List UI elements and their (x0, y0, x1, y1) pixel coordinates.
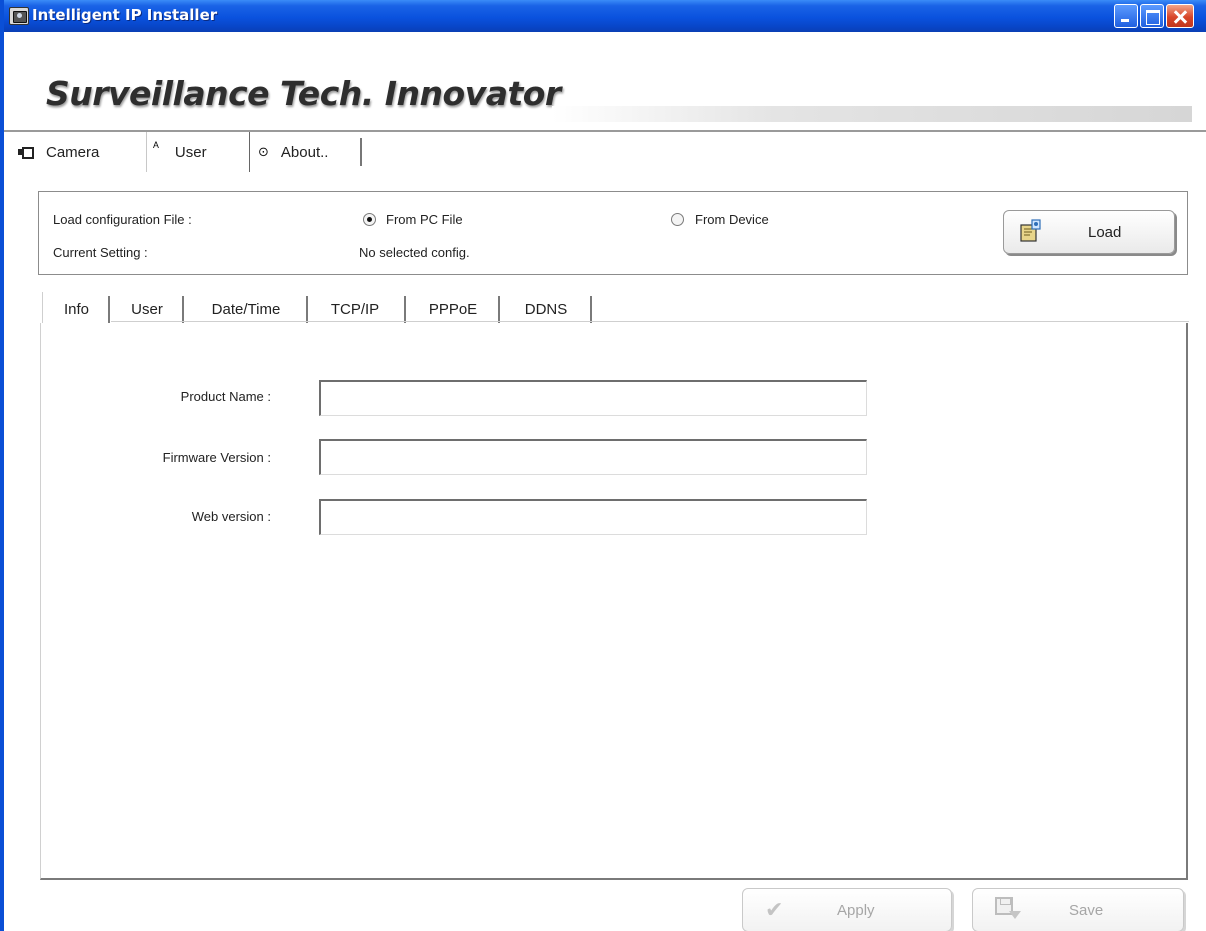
window-title: Intelligent IP Installer (32, 6, 218, 24)
tab-about-label: About.. (280, 143, 329, 161)
checkmark-icon: ✔ (765, 897, 784, 922)
web-version-label: Web version : (191, 509, 271, 524)
subtab-divider (498, 296, 500, 324)
product-name-field[interactable] (319, 380, 867, 416)
subtab-pppoe-label: PPPoE (428, 300, 478, 318)
apply-button-label: Apply (837, 902, 875, 919)
app-window: Intelligent IP Installer Surveillance Te… (0, 0, 1206, 931)
web-version-field[interactable] (319, 499, 867, 535)
maximize-button[interactable] (1140, 4, 1164, 28)
apply-button[interactable]: ✔ Apply (742, 888, 952, 931)
main-tab-bar: Camera ᴬ User ⊙ About.. (4, 132, 1206, 172)
subtab-tcpip-label: TCP/IP (330, 300, 380, 318)
banner: Surveillance Tech. Innovator (4, 32, 1206, 132)
subtab-info[interactable]: Info (42, 292, 110, 326)
product-name-label: Product Name : (180, 389, 271, 404)
load-button-label: Load (1088, 224, 1122, 241)
subtab-info-label: Info (63, 300, 90, 318)
minimize-button[interactable] (1114, 4, 1138, 28)
tab-divider (360, 138, 362, 166)
save-button-label: Save (1069, 902, 1104, 919)
load-config-label: Load configuration File : (53, 212, 192, 227)
brand-logo-text: Surveillance Tech. Innovator (46, 74, 561, 113)
tab-camera-label: Camera (46, 143, 100, 161)
title-bar[interactable]: Intelligent IP Installer (4, 0, 1206, 32)
tab-camera[interactable]: Camera (18, 136, 99, 168)
close-button[interactable] (1166, 4, 1194, 28)
current-setting-label: Current Setting : (53, 245, 148, 260)
from-pc-label[interactable]: From PC File (386, 212, 463, 227)
subtab-divider (182, 296, 184, 324)
tab-user[interactable]: ᴬ User (146, 132, 250, 172)
subtab-datetime-label: Date/Time (211, 300, 281, 318)
subtab-user-label: User (131, 300, 163, 318)
save-button[interactable]: Save (972, 888, 1184, 931)
app-camera-icon (9, 7, 29, 25)
load-button[interactable]: Load (1003, 210, 1175, 254)
firmware-version-label: Firmware Version : (162, 450, 271, 465)
from-device-radio[interactable] (671, 213, 684, 226)
tab-user-label: User (174, 143, 207, 161)
subtab-divider (306, 296, 308, 324)
from-pc-radio[interactable] (363, 213, 376, 226)
load-file-icon (1020, 219, 1041, 242)
camera-icon (18, 147, 34, 159)
from-device-label[interactable]: From Device (695, 212, 769, 227)
tab-about[interactable]: ⊙ About.. (258, 136, 328, 168)
firmware-version-field[interactable] (319, 439, 867, 475)
current-setting-value: No selected config. (359, 245, 470, 260)
subtab-divider (108, 296, 110, 324)
subtab-ddns-label: DDNS (524, 300, 568, 318)
save-floppy-icon (995, 897, 1021, 919)
banner-gradient-bar (552, 106, 1192, 122)
info-icon: ⊙ (258, 144, 269, 159)
subtab-divider (404, 296, 406, 324)
user-icon: ᴬ (153, 138, 159, 154)
subtab-divider (590, 296, 592, 324)
info-panel: Product Name : Firmware Version : Web ve… (40, 321, 1189, 880)
panel-top-border (111, 321, 1189, 322)
config-panel: Load configuration File : Current Settin… (38, 191, 1188, 275)
